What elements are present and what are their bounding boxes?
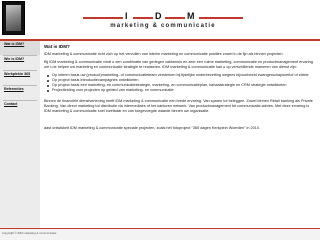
- list-item-text: Op project basis een marketing- en commu…: [52, 83, 287, 87]
- logo-photo-image: [6, 5, 21, 31]
- logo-photo: [2, 1, 25, 35]
- nav-item-wie-is-idm[interactable]: Wie is IDM?: [0, 56, 40, 70]
- brand-letter-m: M: [187, 11, 196, 21]
- projects-paragraph: aast ontwikkelt IDM marketing & communic…: [44, 126, 260, 130]
- nav-item-referenties[interactable]: Referenties: [0, 86, 40, 100]
- brand-letter-i: I: [125, 11, 129, 21]
- list-item-text: Op project basis introductiecampagnes on…: [52, 78, 139, 82]
- list-item-text: Projectleiding voor projecten op gebied …: [52, 88, 174, 92]
- main-content: Wat is IDM? IDM marketing & communicatie…: [44, 44, 316, 134]
- brand-line-mid1: [133, 17, 153, 19]
- list-item: Projectleiding voor projecten op gebied …: [44, 88, 316, 93]
- list-item-text: Op interim basis uw (product)marketing- …: [52, 73, 309, 77]
- bullet-icon: [47, 75, 49, 77]
- services-paragraph: Bij IDM marketing & communicatie vindt u…: [44, 60, 313, 69]
- page-title: Wat is IDM?: [44, 44, 70, 49]
- bullet-icon: [47, 85, 49, 87]
- services-list: Op interim basis uw (product)marketing- …: [44, 73, 316, 93]
- footer: Copyright © IDM marketing & communicatie: [0, 229, 320, 240]
- nav-item-contact[interactable]: Contact: [0, 101, 40, 115]
- bullet-icon: [47, 80, 49, 82]
- nav-item-wat-is-idm[interactable]: Wat is IDM?: [0, 41, 40, 55]
- header-divider: [0, 39, 320, 41]
- sidebar-nav: Wat is IDM? Wie is IDM? Werkplekin 365 R…: [0, 41, 40, 228]
- experience-paragraph: Binnen de financiële dienstverlening hee…: [44, 99, 313, 113]
- brand-logo: I D M marketing & communicatie: [83, 11, 243, 31]
- bullet-icon: [47, 90, 49, 92]
- brand-letter-d: D: [155, 11, 163, 21]
- nav-item-werkplekin-365[interactable]: Werkplekin 365: [0, 71, 40, 85]
- brand-line-left: [83, 17, 123, 19]
- brand-wordmark: I D M: [83, 11, 243, 22]
- brand-line-right: [199, 17, 243, 19]
- copyright-text: Copyright © IDM marketing & communicatie: [2, 231, 57, 235]
- brand-line-mid2: [165, 17, 185, 19]
- brand-subtitle: marketing & communicatie: [110, 23, 216, 29]
- intro-paragraph: IDM marketing & communicatie richt zich …: [44, 52, 284, 56]
